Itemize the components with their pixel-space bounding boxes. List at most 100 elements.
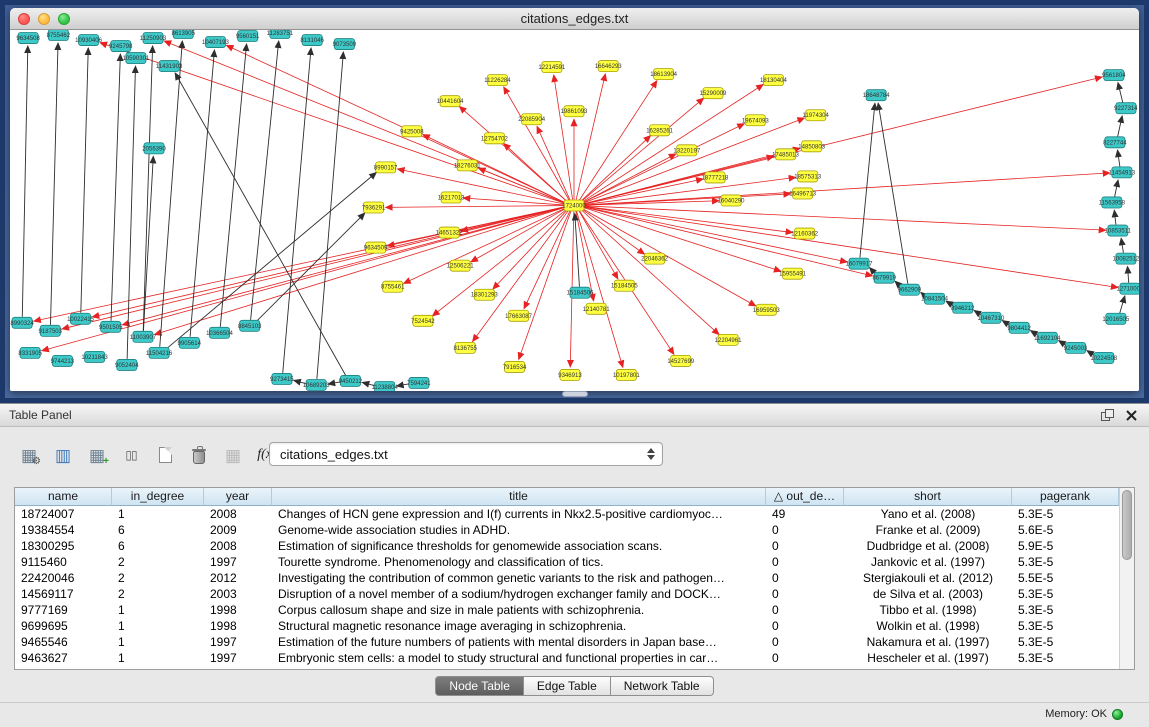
cell-short[interactable]: Nakamura et al. (1997) [844,634,1012,650]
cell-title[interactable]: Genome-wide association studies in ADHD. [272,522,766,538]
graph-edge[interactable] [127,66,135,359]
graph-edge[interactable] [504,87,570,200]
cell-short[interactable]: Yano et al. (2008) [844,506,1012,522]
graph-node[interactable]: 9245798 [109,41,133,52]
graph-edge[interactable] [160,41,183,347]
cell-short[interactable]: de Silva et al. (2003) [844,586,1012,602]
graph-node[interactable]: 12506221 [447,260,474,271]
column-header-in_degree[interactable]: in_degree [112,488,204,506]
network-table-select[interactable]: citations_edges.txt [269,442,663,466]
graph-node[interactable]: 16079917 [846,258,873,269]
table-row[interactable]: 969969511998Structural magnetic resonanc… [15,618,1119,634]
graph-node[interactable]: 13220197 [673,145,700,156]
cell-title[interactable]: Corpus callosum shape and size in male p… [272,602,766,618]
graph-node[interactable]: 9273415 [270,373,294,384]
graph-edge[interactable] [283,48,311,373]
cell-out_degree[interactable]: 0 [766,602,844,618]
show-columns-icon[interactable]: ▥ [48,441,78,469]
graph-edge[interactable] [164,41,565,203]
graph-node[interactable]: 9245003 [1064,342,1088,353]
graph-node[interactable]: 11454913 [1109,167,1136,178]
graph-node[interactable]: 22085904 [518,114,545,125]
cell-in_degree[interactable]: 2 [112,586,204,602]
cell-pagerank[interactable]: 5.3E-5 [1012,602,1119,618]
cell-name[interactable]: 14569117 [15,586,112,602]
graph-node[interactable]: 8755462 [47,30,71,41]
graph-edge[interactable] [1115,180,1118,197]
graph-edge[interactable] [256,213,365,322]
cell-title[interactable]: Changes of HCN gene expression and I(f) … [272,506,766,522]
graph-node[interactable]: 15184506 [567,287,594,298]
cell-year[interactable]: 1998 [204,618,272,634]
column-header-title[interactable]: title [272,488,766,506]
graph-edge[interactable] [582,84,764,202]
graph-node[interactable]: 8136755 [453,342,477,353]
cell-in_degree[interactable]: 6 [112,538,204,554]
graph-node[interactable]: 12140781 [583,303,610,314]
cell-title[interactable]: Estimation of the future numbers of pati… [272,634,766,650]
import-table-icon[interactable]: ▦+ [82,441,112,469]
graph-node[interactable]: 11283751 [267,30,294,39]
graph-node[interactable]: 8679919 [872,272,896,283]
cell-out_degree[interactable]: 0 [766,634,844,650]
graph-edge[interactable] [122,207,565,325]
column-header-out_degree[interactable]: △ out_de… [766,488,844,506]
cell-year[interactable]: 2008 [204,538,272,554]
cell-in_degree[interactable]: 1 [112,506,204,522]
float-panel-icon[interactable] [1098,407,1116,423]
graph-edge[interactable] [190,50,214,337]
graph-edge[interactable] [473,210,569,341]
graph-node[interactable]: 16646293 [595,61,622,72]
minimize-window-button[interactable] [38,13,50,25]
graph-node[interactable]: 12754702 [481,133,508,144]
graph-node[interactable]: 9227314 [1114,103,1138,114]
cell-pagerank[interactable]: 5.5E-5 [1012,570,1119,586]
graph-edge[interactable] [582,208,756,306]
graph-node[interactable]: 8946212 [951,302,975,313]
cell-name[interactable]: 9463627 [15,650,112,666]
cell-name[interactable]: 9115460 [15,554,112,570]
cell-pagerank[interactable]: 5.3E-5 [1012,618,1119,634]
graph-node[interactable]: 9187503 [39,325,63,336]
graph-node[interactable]: 16959503 [753,304,780,315]
network-window-titlebar[interactable]: citations_edges.txt [10,8,1139,30]
graph-node[interactable]: 17663087 [505,310,532,321]
graph-node[interactable]: 15290009 [700,88,727,99]
graph-node[interactable]: 18613904 [650,69,677,80]
graph-node[interactable]: 11504216 [146,347,173,358]
network-canvas[interactable]: 1724000934691379165348136755752454287554… [10,30,1139,391]
graph-edge[interactable] [1120,296,1125,313]
graph-node[interactable]: 9560151 [236,31,260,42]
memory-indicator[interactable]: Memory: OK [1045,708,1123,720]
table-row[interactable]: 977716911998Corpus callosum shape and si… [15,602,1119,618]
graph-node[interactable]: 10211843 [81,351,108,362]
cell-in_degree[interactable]: 2 [112,570,204,586]
column-header-short[interactable]: short [844,488,1012,506]
graph-node[interactable]: 10366504 [206,327,233,338]
graph-node[interactable]: 8990324 [10,317,34,328]
cell-short[interactable]: Franke et al. (2009) [844,522,1012,538]
graph-edge[interactable] [317,52,343,379]
graph-node[interactable]: 9450212 [339,375,363,386]
table-row[interactable]: 1872400712008Changes of HCN gene express… [15,506,1119,522]
graph-node[interactable]: 15955491 [779,268,806,279]
cell-short[interactable]: Wolkin et al. (1998) [844,618,1012,634]
cell-short[interactable]: Dudbridge et al. (2008) [844,538,1012,554]
graph-edge[interactable] [554,75,573,200]
graph-node[interactable]: 18130404 [760,75,787,86]
new-table-icon[interactable] [150,441,180,469]
cell-pagerank[interactable]: 5.3E-5 [1012,554,1119,570]
cell-pagerank[interactable]: 5.3E-5 [1012,586,1119,602]
cell-short[interactable]: Hescheler et al. (1997) [844,650,1012,666]
graph-edge[interactable] [583,77,1102,204]
graph-node[interactable]: 7594241 [407,377,431,388]
cell-pagerank[interactable]: 5.9E-5 [1012,538,1119,554]
cell-year[interactable]: 1997 [204,650,272,666]
graph-node[interactable]: 16285261 [646,125,673,136]
cell-pagerank[interactable]: 5.3E-5 [1012,634,1119,650]
graph-node[interactable]: 11003907 [130,331,157,342]
graph-node[interactable]: 8755461 [381,281,405,292]
delete-table-icon[interactable] [184,441,214,469]
graph-node[interactable]: 16040290 [718,195,745,206]
row-height-icon[interactable]: ▯▯ [116,441,146,469]
